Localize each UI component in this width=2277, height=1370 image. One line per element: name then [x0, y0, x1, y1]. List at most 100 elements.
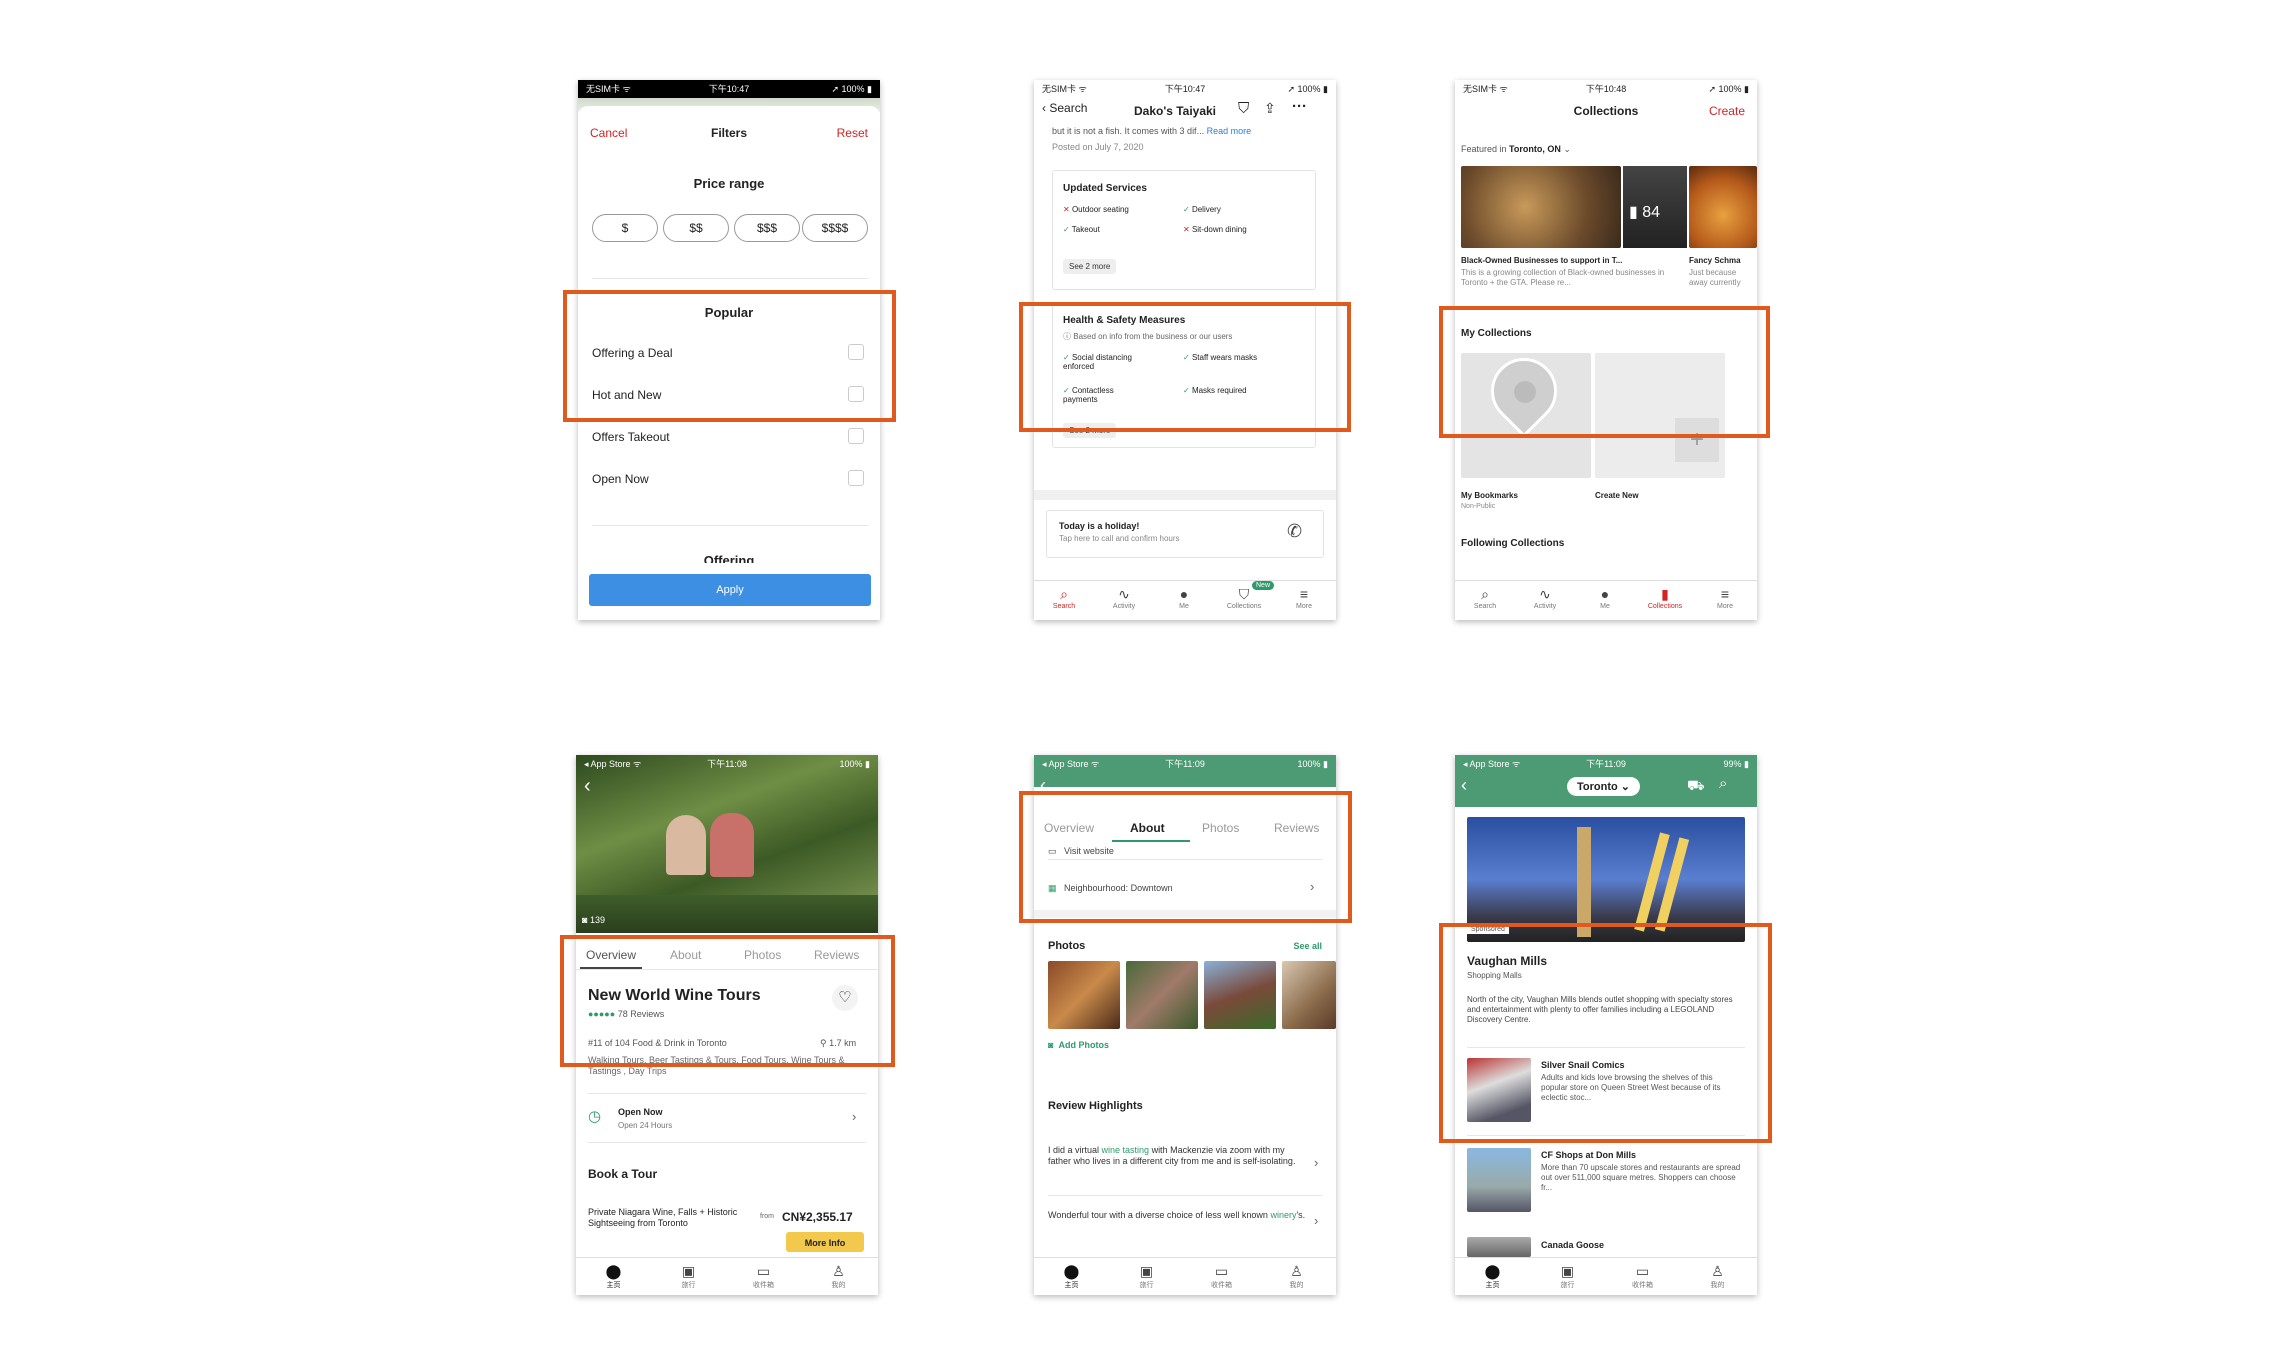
- see-more-health-button[interactable]: See 2 more: [1063, 423, 1117, 438]
- tab-overview[interactable]: Overview: [586, 948, 636, 962]
- tab-trips[interactable]: ▣ 旅行: [651, 1262, 726, 1290]
- share-icon[interactable]: ⇪: [1264, 100, 1276, 117]
- collection-image[interactable]: [1689, 166, 1757, 248]
- price-4-button[interactable]: $$$$: [802, 214, 868, 242]
- tab-activity[interactable]: ∿ Activity: [1094, 585, 1154, 610]
- bottom-tab-bar: ⬤ 主页 ▣ 旅行 ▭ 收件箱 ♙ 我的: [576, 1257, 878, 1295]
- price-2-button[interactable]: $$: [663, 214, 729, 242]
- tab-about[interactable]: About: [1130, 821, 1165, 835]
- holiday-banner[interactable]: Today is a holiday! Tap here to call and…: [1046, 510, 1324, 558]
- price-range-title: Price range: [693, 176, 765, 191]
- tour-name[interactable]: Private Niagara Wine, Falls + Historic S…: [588, 1207, 750, 1229]
- tab-inbox[interactable]: ▭ 收件箱: [1184, 1262, 1259, 1290]
- chevron-right-icon[interactable]: ›: [1310, 879, 1314, 894]
- tab-collections[interactable]: ▮ Collections: [1635, 585, 1695, 610]
- vaughan-mills-image[interactable]: [1467, 817, 1745, 942]
- neighbourhood-row[interactable]: ▦ Neighbourhood: Downtown: [1048, 883, 1173, 894]
- read-more-link[interactable]: Read more: [1207, 126, 1252, 136]
- heart-icon[interactable]: ♡: [832, 985, 858, 1011]
- tab-inbox[interactable]: ▭ 收件箱: [726, 1262, 801, 1290]
- listing-title[interactable]: Silver Snail Comics: [1541, 1060, 1625, 1070]
- photo-thumbnail[interactable]: [1282, 961, 1336, 1029]
- review-highlight[interactable]: I did a virtual wine tasting with Macken…: [1048, 1145, 1308, 1167]
- hero-photo[interactable]: [576, 755, 878, 933]
- listing-image[interactable]: [1467, 1148, 1531, 1212]
- see-all-link[interactable]: See all: [1293, 941, 1322, 951]
- featured-location[interactable]: Featured in Toronto, ON ⌄: [1461, 144, 1571, 155]
- create-button[interactable]: Create: [1709, 104, 1745, 118]
- tab-more[interactable]: ≡ More: [1274, 585, 1334, 610]
- tab-activity[interactable]: ∿ Activity: [1515, 585, 1575, 610]
- bookmark-icon[interactable]: ⛉: [1238, 100, 1249, 117]
- city-selector[interactable]: Toronto ⌄: [1567, 777, 1641, 796]
- listing-image[interactable]: [1467, 1058, 1531, 1122]
- tab-search[interactable]: ⌕ Search: [1034, 585, 1094, 610]
- collection-image[interactable]: [1461, 166, 1621, 248]
- chevron-right-icon[interactable]: ›: [1314, 1213, 1318, 1228]
- checkbox-open-now[interactable]: [848, 470, 864, 486]
- tab-me[interactable]: ● Me: [1154, 585, 1214, 610]
- vaughan-mills-title[interactable]: Vaughan Mills: [1467, 954, 1547, 968]
- status-bar: ◂ App Store ᯤ 下午11:09 99% ▮: [1463, 759, 1749, 769]
- tab-reviews[interactable]: Reviews: [1274, 821, 1319, 835]
- tab-about[interactable]: About: [670, 948, 701, 962]
- review-highlight[interactable]: Wonderful tour with a diverse choice of …: [1048, 1210, 1308, 1221]
- price-1-button[interactable]: $: [592, 214, 658, 242]
- add-photos-button[interactable]: ◙ Add Photos: [1048, 1040, 1109, 1050]
- open-status[interactable]: Open Now: [618, 1107, 663, 1117]
- tab-more[interactable]: ≡ More: [1695, 585, 1755, 610]
- search-icon[interactable]: ⌕: [1719, 775, 1727, 792]
- checkbox-offers-takeout[interactable]: [848, 428, 864, 444]
- more-icon[interactable]: ···: [1292, 98, 1307, 115]
- listing-image[interactable]: [1467, 1237, 1531, 1257]
- collection-title[interactable]: Black-Owned Businesses to support in T..…: [1461, 256, 1622, 265]
- collection-desc: This is a growing collection of Black-ow…: [1461, 268, 1665, 287]
- tab-reviews[interactable]: Reviews: [814, 948, 859, 962]
- listing-title[interactable]: CF Shops at Don Mills: [1541, 1150, 1636, 1160]
- tab-trips[interactable]: ▣ 旅行: [1530, 1262, 1605, 1290]
- back-button[interactable]: ‹ Search: [1042, 101, 1087, 115]
- service-item: ✕ Outdoor seating: [1063, 205, 1129, 214]
- see-more-services-button[interactable]: See 2 more: [1063, 259, 1117, 274]
- photo-thumbnail[interactable]: [1126, 961, 1198, 1029]
- chevron-right-icon[interactable]: ›: [852, 1109, 856, 1124]
- cart-icon[interactable]: ⛟: [1687, 777, 1705, 796]
- tab-home[interactable]: ⬤ 主页: [576, 1262, 651, 1290]
- menu-icon: ≡: [1720, 586, 1730, 602]
- phone-icon[interactable]: ✆: [1287, 521, 1302, 542]
- tab-search[interactable]: ⌕ Search: [1455, 585, 1515, 610]
- visit-website-link[interactable]: ▭ Visit website: [1048, 846, 1114, 854]
- collection-title[interactable]: Fancy Schma: [1689, 256, 1741, 265]
- holiday-subtitle: Tap here to call and confirm hours: [1059, 534, 1180, 543]
- back-icon[interactable]: ‹: [584, 775, 591, 798]
- tab-me[interactable]: ● Me: [1575, 585, 1635, 610]
- chevron-right-icon[interactable]: ›: [1314, 1155, 1318, 1170]
- page-title: Filters: [710, 126, 747, 140]
- activity-icon: ∿: [1539, 586, 1551, 602]
- listing-title[interactable]: Canada Goose: [1541, 1240, 1604, 1250]
- photo-thumbnail[interactable]: [1048, 961, 1120, 1029]
- reset-button[interactable]: Reset: [837, 126, 868, 140]
- apply-button[interactable]: Apply: [589, 574, 871, 606]
- tab-inbox[interactable]: ▭ 收件箱: [1605, 1262, 1680, 1290]
- my-bookmarks-card[interactable]: [1461, 344, 1591, 478]
- tab-photos[interactable]: Photos: [744, 948, 781, 962]
- price-3-button[interactable]: $$$: [734, 214, 800, 242]
- tab-profile[interactable]: ♙ 我的: [801, 1262, 876, 1290]
- status-bar: 无SIM卡 ᯤ 下午10:48 ➚ 100% ▮: [1463, 84, 1749, 94]
- create-new-card[interactable]: +: [1595, 353, 1725, 478]
- tab-photos[interactable]: Photos: [1202, 821, 1239, 835]
- checkbox-hot-new[interactable]: [848, 386, 864, 402]
- more-info-button[interactable]: More Info: [786, 1232, 864, 1252]
- tab-overview[interactable]: Overview: [1044, 821, 1094, 835]
- tab-home[interactable]: ⬤ 主页: [1034, 1262, 1109, 1290]
- status-bar: ◂ App Store ᯤ 下午11:09 100% ▮: [1042, 759, 1328, 769]
- tab-trips[interactable]: ▣ 旅行: [1109, 1262, 1184, 1290]
- back-icon[interactable]: ‹: [1461, 775, 1467, 796]
- tab-profile[interactable]: ♙ 我的: [1680, 1262, 1755, 1290]
- tab-home[interactable]: ⬤ 主页: [1455, 1262, 1530, 1290]
- photo-thumbnail[interactable]: [1204, 961, 1276, 1029]
- checkbox-offering-deal[interactable]: [848, 344, 864, 360]
- tab-profile[interactable]: ♙ 我的: [1259, 1262, 1334, 1290]
- photo-count: ◙ 139: [582, 915, 605, 925]
